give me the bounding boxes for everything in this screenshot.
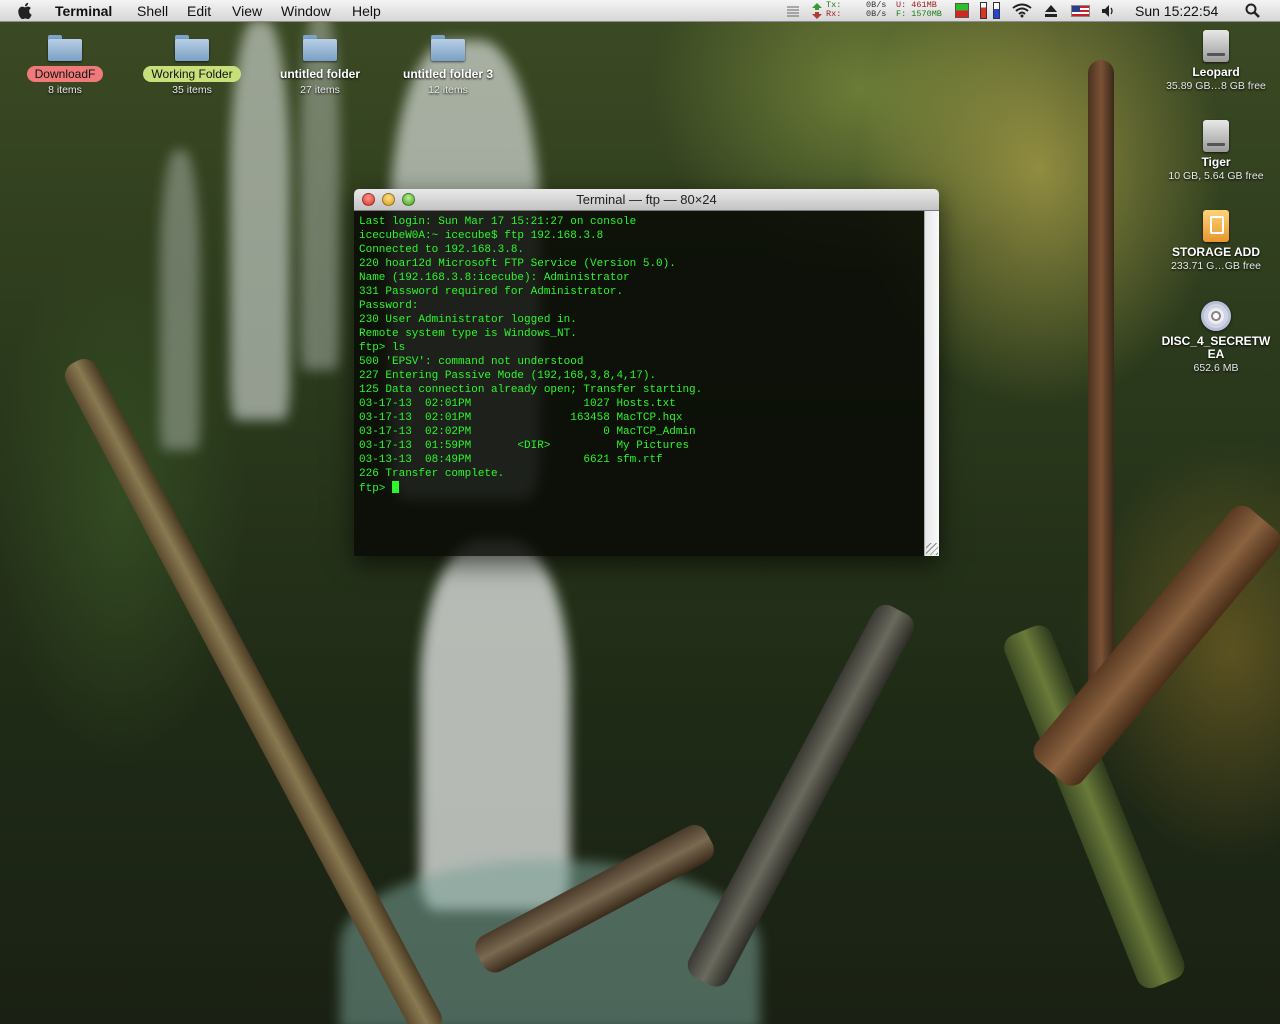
menu-edit[interactable]: Edit — [187, 3, 211, 19]
cpu-gauge-2-icon[interactable] — [993, 2, 1000, 19]
folder-icon — [303, 35, 337, 61]
desktop-folder-downloadf[interactable]: DownloadF 8 items — [0, 27, 130, 96]
hard-drive-icon — [1203, 120, 1229, 152]
terminal-line: 03-17-13 02:02PM 0 MacTCP_Admin — [359, 426, 696, 438]
network-arrows-icon[interactable] — [810, 2, 824, 20]
desktop-folder-count: 12 items — [428, 84, 468, 96]
desktop-volume-label: Leopard — [1192, 65, 1240, 79]
menu-help[interactable]: Help — [352, 3, 381, 19]
desktop-folder-label: untitled folder 3 — [403, 67, 493, 81]
desktop-folder-count: 27 items — [300, 84, 340, 96]
optical-disc-icon — [1201, 301, 1231, 331]
vertical-scrollbar[interactable] — [924, 211, 939, 556]
terminal-line: Remote system type is Windows_NT. — [359, 328, 577, 340]
window-title: Terminal — ftp — 80×24 — [576, 192, 717, 207]
desktop-volume-label: Tiger — [1201, 155, 1231, 169]
terminal-line: Name (192.168.3.8:icecube): Administrato… — [359, 272, 630, 284]
terminal-line: 03-17-13 01:59PM <DIR> My Pictures — [359, 440, 690, 452]
list-icon[interactable] — [786, 4, 800, 18]
wifi-icon[interactable] — [1012, 3, 1032, 18]
desktop-volume-disc[interactable]: DISC_4_SECRETW EA 652.6 MB — [1151, 300, 1280, 374]
desktop-folder-untitled-folder[interactable]: untitled folder 27 items — [255, 27, 385, 96]
desktop-volume-info: 10 GB, 5.64 GB free — [1168, 170, 1264, 182]
menu-clock[interactable]: Sun 15:22:54 — [1135, 3, 1218, 19]
terminal-line: 03-17-13 02:01PM 1027 Hosts.txt — [359, 398, 676, 410]
terminal-window: Terminal — ftp — 80×24 Last login: Sun M… — [354, 189, 939, 556]
desktop-volume-leopard[interactable]: Leopard 35.89 GB…8 GB free — [1151, 30, 1280, 92]
memory-free: F: 1570MB — [896, 9, 942, 19]
terminal-line: 220 hoar12d Microsoft FTP Service (Versi… — [359, 258, 676, 270]
terminal-line: 226 Transfer complete. — [359, 468, 505, 480]
menu-bar: Terminal Shell Edit View Window Help Tx:… — [0, 0, 1280, 22]
menu-window[interactable]: Window — [281, 3, 331, 19]
menu-shell[interactable]: Shell — [137, 3, 168, 19]
terminal-line: Password: — [359, 300, 419, 312]
spotlight-search-icon[interactable] — [1245, 3, 1261, 19]
folder-icon — [175, 35, 209, 61]
rx-label: Rx: — [826, 9, 842, 19]
text-cursor — [392, 481, 400, 493]
memory-monitor[interactable]: U: 461MB F: 1570MB — [896, 1, 942, 19]
terminal-prompt: ftp> — [359, 483, 393, 495]
desktop-folder-count: 35 items — [172, 84, 212, 96]
external-drive-icon — [1203, 210, 1229, 242]
terminal-line: 125 Data connection already open; Transf… — [359, 384, 703, 396]
terminal-line: Connected to 192.168.3.8. — [359, 244, 525, 256]
terminal-line: 230 User Administrator logged in. — [359, 314, 577, 326]
terminal-line: 331 Password required for Administrator. — [359, 286, 624, 298]
desktop-folder-working-folder[interactable]: Working Folder 35 items — [127, 27, 257, 96]
desktop-volume-label: STORAGE ADD — [1171, 245, 1260, 259]
terminal-line: Last login: Sun Mar 17 15:21:27 on conso… — [359, 216, 637, 228]
eject-icon[interactable] — [1044, 4, 1058, 18]
desktop-folder-label: Working Folder — [143, 66, 241, 82]
rx-rate: 0B/s — [866, 9, 887, 19]
memory-gauge-icon[interactable] — [955, 3, 969, 18]
resize-grip-icon[interactable] — [926, 543, 938, 555]
terminal-prompt-line[interactable]: ftp> — [359, 481, 924, 496]
terminal-output[interactable]: Last login: Sun Mar 17 15:21:27 on conso… — [354, 211, 924, 556]
folder-icon — [48, 35, 82, 61]
desktop-folder-label: DownloadF — [26, 66, 104, 82]
terminal-line: 03-13-13 08:49PM 6621 sfm.rtf — [359, 454, 663, 466]
desktop-volume-tiger[interactable]: Tiger 10 GB, 5.64 GB free — [1151, 120, 1280, 182]
desktop-volume-label: DISC_4_SECRETW EA — [1161, 334, 1271, 361]
folder-icon — [431, 35, 465, 61]
terminal-line: 500 'EPSV': command not understood — [359, 356, 584, 368]
desktop-folder-count: 8 items — [48, 84, 82, 96]
us-flag-input-icon[interactable] — [1071, 5, 1090, 17]
terminal-line: icecubeW0A:~ icecube$ ftp 192.168.3.8 — [359, 230, 604, 242]
desktop-volume-info: 233.71 G…GB free — [1171, 260, 1261, 272]
desktop-folder-label: untitled folder — [280, 67, 360, 81]
desktop-folder-untitled-folder-3[interactable]: untitled folder 3 12 items — [383, 27, 513, 96]
apple-menu-icon[interactable] — [18, 2, 34, 19]
desktop-volume-info: 652.6 MB — [1193, 362, 1239, 374]
hard-drive-icon — [1203, 30, 1229, 62]
terminal-line: 03-17-13 02:01PM 163458 MacTCP.hqx — [359, 412, 683, 424]
desktop-volume-info: 35.89 GB…8 GB free — [1166, 80, 1266, 92]
cpu-gauge-icon[interactable] — [980, 2, 987, 19]
window-titlebar[interactable]: Terminal — ftp — 80×24 — [354, 189, 939, 211]
menu-app-terminal[interactable]: Terminal — [55, 3, 112, 19]
menu-view[interactable]: View — [232, 3, 262, 19]
terminal-text: Last login: Sun Mar 17 15:21:27 on conso… — [354, 211, 924, 496]
terminal-line: 227 Entering Passive Mode (192,168,3,8,4… — [359, 370, 657, 382]
network-rates: 0B/s 0B/s — [866, 1, 886, 19]
volume-icon[interactable] — [1101, 4, 1117, 18]
network-monitor[interactable]: Tx: Rx: — [826, 1, 841, 19]
terminal-line: ftp> ls — [359, 342, 406, 354]
desktop-volume-storage-add[interactable]: STORAGE ADD 233.71 G…GB free — [1151, 210, 1280, 272]
